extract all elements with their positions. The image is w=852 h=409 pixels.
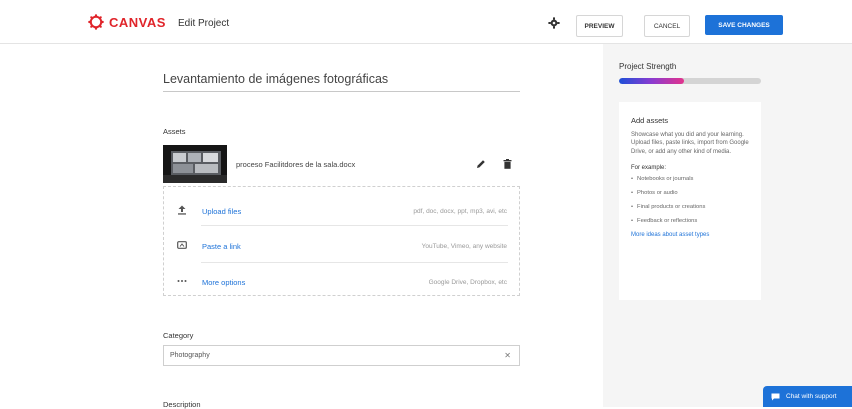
paste-link-hint: YouTube, Vimeo, any website bbox=[421, 243, 507, 250]
project-title-field[interactable]: Levantamiento de imágenes fotográficas bbox=[163, 66, 520, 92]
divider bbox=[201, 225, 508, 226]
tips-list-item: Feedback or reflections bbox=[631, 218, 749, 224]
asset-file-name: proceso Facilitdores de la sala.docx bbox=[236, 160, 356, 169]
category-value: Photography bbox=[170, 352, 210, 359]
asset-thumbnail-image bbox=[163, 145, 227, 183]
upload-files-label: Upload files bbox=[202, 207, 242, 216]
link-icon bbox=[177, 241, 187, 249]
tips-subhead: For example: bbox=[631, 164, 667, 171]
description-label: Description bbox=[163, 400, 201, 409]
trash-icon[interactable] bbox=[503, 159, 512, 169]
upload-icon bbox=[178, 205, 186, 215]
project-strength-fill bbox=[619, 78, 685, 84]
page-title: Edit Project bbox=[178, 18, 230, 29]
tips-list-item: Photos or audio bbox=[631, 190, 749, 196]
tips-list-item: Final products or creations bbox=[631, 204, 749, 210]
chat-icon bbox=[771, 393, 780, 400]
cancel-button[interactable]: CANCEL bbox=[644, 15, 690, 37]
upload-files-hint: pdf, doc, docx, ppt, mp3, avi, etc bbox=[413, 208, 507, 215]
canvas-logo-icon bbox=[88, 14, 104, 30]
canvas-logo[interactable]: CANVAS bbox=[88, 14, 166, 30]
top-bar: CANVAS Edit Project PREVIEW CANCEL SAVE … bbox=[0, 0, 852, 44]
brand-name: CANVAS bbox=[109, 14, 166, 30]
chat-support-label: Chat with support bbox=[786, 393, 837, 400]
project-strength-label: Project Strength bbox=[619, 62, 677, 71]
more-options-hint: Google Drive, Dropbox, etc bbox=[428, 279, 507, 286]
tips-list: Notebooks or journals Photos or audio Fi… bbox=[631, 176, 749, 224]
more-icon bbox=[177, 280, 187, 282]
tips-title: Add assets bbox=[631, 116, 669, 125]
pencil-icon[interactable] bbox=[476, 159, 486, 169]
assets-label: Assets bbox=[163, 127, 186, 136]
project-title-value: Levantamiento de imágenes fotográficas bbox=[163, 72, 389, 86]
asset-upload-box: Upload files pdf, doc, docx, ppt, mp3, a… bbox=[163, 186, 520, 296]
close-icon[interactable]: ✕ bbox=[504, 351, 511, 360]
category-label: Category bbox=[163, 331, 194, 340]
tips-text: Showcase what you did and your learning.… bbox=[631, 132, 749, 155]
more-options-label: More options bbox=[202, 278, 246, 287]
asset-thumbnail[interactable] bbox=[163, 145, 227, 183]
paste-link-label: Paste a link bbox=[202, 242, 241, 251]
preview-button[interactable]: PREVIEW bbox=[576, 15, 623, 37]
asset-ideas-link[interactable]: More ideas about asset types bbox=[631, 232, 749, 238]
chat-support-button[interactable]: Chat with support bbox=[763, 386, 852, 407]
upload-files-option[interactable]: Upload files pdf, doc, docx, ppt, mp3, a… bbox=[164, 192, 521, 226]
category-select[interactable]: Photography ✕ bbox=[163, 345, 520, 366]
paste-link-option[interactable]: Paste a link YouTube, Vimeo, any website bbox=[164, 227, 521, 261]
gear-icon[interactable] bbox=[548, 17, 560, 29]
tips-card: Add assets Showcase what you did and you… bbox=[619, 102, 761, 300]
save-changes-button[interactable]: SAVE CHANGES bbox=[705, 15, 783, 35]
tips-list-item: Notebooks or journals bbox=[631, 176, 749, 182]
project-strength-bar bbox=[619, 78, 761, 84]
more-options-option[interactable]: More options Google Drive, Dropbox, etc bbox=[164, 263, 521, 297]
